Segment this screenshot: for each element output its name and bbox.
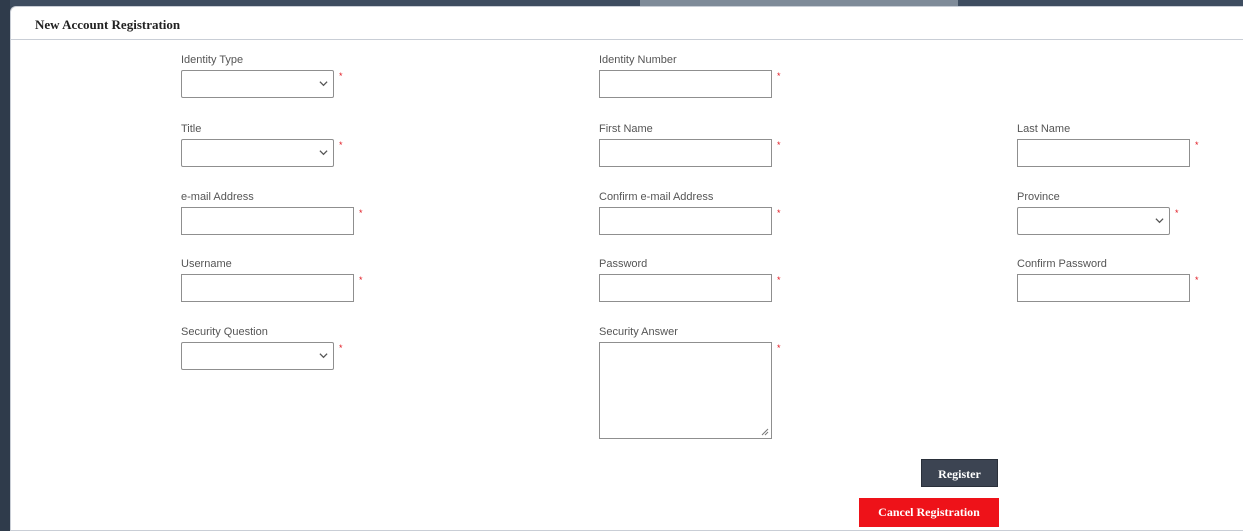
username-field[interactable] (181, 274, 354, 302)
required-marker: * (339, 140, 343, 150)
province-select[interactable] (1017, 207, 1170, 235)
security-answer-label: Security Answer (599, 326, 678, 338)
title-select[interactable] (181, 139, 334, 167)
province-label: Province (1017, 191, 1060, 203)
cancel-registration-button[interactable]: Cancel Registration (859, 498, 999, 527)
required-marker: * (777, 140, 781, 150)
required-marker: * (777, 343, 781, 353)
required-marker: * (1195, 140, 1199, 150)
identity-number-field[interactable] (599, 70, 772, 98)
password-field[interactable] (599, 274, 772, 302)
registration-panel: New Account Registration Identity Type *… (10, 6, 1243, 531)
email-field[interactable] (181, 207, 354, 235)
required-marker: * (777, 275, 781, 285)
username-label: Username (181, 258, 232, 270)
required-marker: * (777, 208, 781, 218)
chevron-down-icon (319, 150, 328, 156)
password-label: Password (599, 258, 648, 270)
first-name-label: First Name (599, 123, 653, 135)
resize-handle-icon[interactable] (761, 428, 769, 436)
chevron-down-icon (319, 81, 328, 87)
security-question-label: Security Question (181, 326, 268, 338)
window-left-edge (0, 0, 10, 531)
required-marker: * (777, 71, 781, 81)
security-answer-textarea[interactable] (599, 342, 772, 439)
register-button[interactable]: Register (921, 459, 998, 487)
confirm-email-label: Confirm e-mail Address (599, 191, 714, 203)
required-marker: * (1175, 208, 1179, 218)
required-marker: * (339, 71, 343, 81)
chevron-down-icon (319, 353, 328, 359)
page-title: New Account Registration (35, 17, 181, 32)
required-marker: * (339, 343, 343, 353)
first-name-field[interactable] (599, 139, 772, 167)
confirm-email-field[interactable] (599, 207, 772, 235)
identity-number-label: Identity Number (599, 54, 677, 66)
required-marker: * (1195, 275, 1199, 285)
last-name-field[interactable] (1017, 139, 1190, 167)
security-question-select[interactable] (181, 342, 334, 370)
panel-header: New Account Registration (11, 7, 1243, 40)
email-label: e-mail Address (181, 191, 254, 203)
identity-type-label: Identity Type (181, 54, 244, 66)
confirm-password-field[interactable] (1017, 274, 1190, 302)
required-marker: * (359, 275, 363, 285)
confirm-password-label: Confirm Password (1017, 258, 1107, 270)
identity-type-select[interactable] (181, 70, 334, 98)
last-name-label: Last Name (1017, 123, 1071, 135)
title-label: Title (181, 123, 202, 135)
chevron-down-icon (1155, 218, 1164, 224)
required-marker: * (359, 208, 363, 218)
